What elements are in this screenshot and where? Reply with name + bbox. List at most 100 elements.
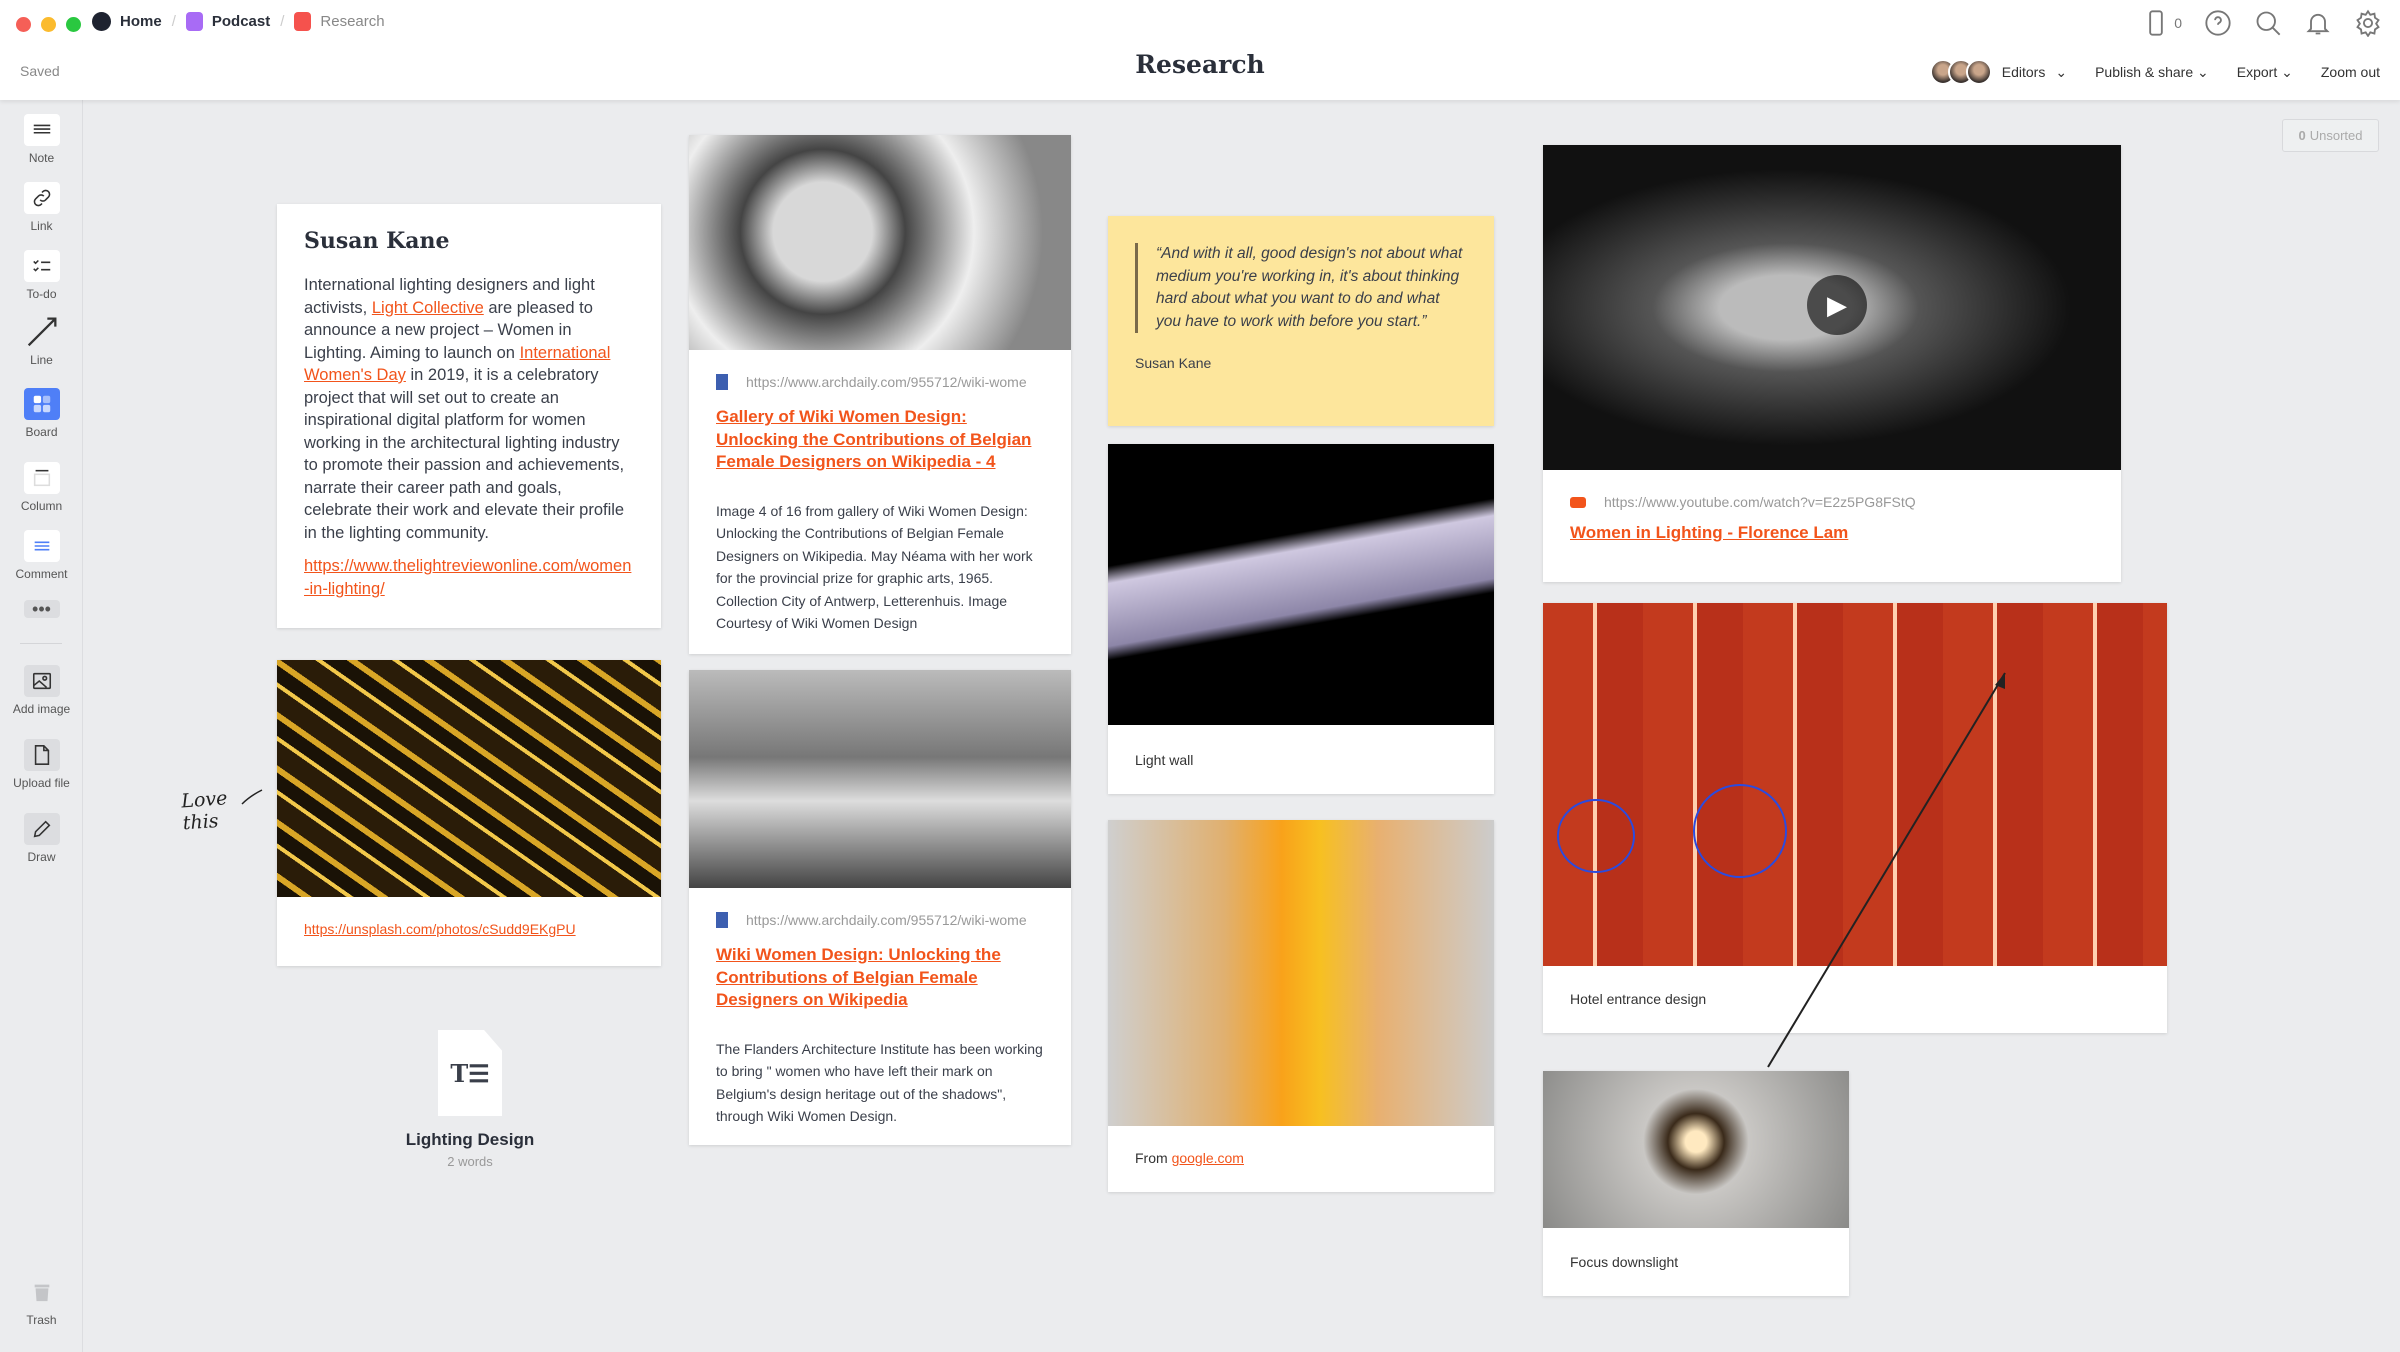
image-card-gold[interactable]: https://unsplash.com/photos/cSudd9EKgPU	[277, 660, 661, 966]
unsorted-label: Unsorted	[2309, 128, 2363, 143]
unsplash-link[interactable]: https://unsplash.com/photos/cSudd9EKgPU	[304, 921, 576, 937]
todo-icon	[32, 259, 50, 272]
play-button[interactable]: ▶	[1807, 275, 1867, 335]
help-icon[interactable]	[2204, 9, 2232, 37]
google-link[interactable]: google.com	[1172, 1150, 1244, 1166]
note-icon	[33, 124, 50, 134]
sidebar-item-draw[interactable]: Draw	[0, 813, 83, 864]
link-icon	[33, 189, 50, 207]
board-icon	[33, 395, 50, 413]
divider	[20, 643, 62, 644]
publish-share-menu[interactable]: Publish & share ⌄	[2095, 64, 2209, 81]
breadcrumb-label: Research	[320, 13, 385, 30]
link-url: https://www.archdaily.com/955712/wiki-wo…	[746, 374, 1027, 390]
close-window-button[interactable]	[16, 17, 31, 32]
video-title-link[interactable]: Women in Lighting - Florence Lam	[1570, 523, 1848, 542]
sidebar-item-todo[interactable]: To-do	[0, 250, 83, 301]
maximize-window-button[interactable]	[66, 17, 81, 32]
orange-gallery-image	[1108, 820, 1494, 1126]
breadcrumb-podcast[interactable]: Podcast	[185, 12, 270, 31]
export-menu[interactable]: Export ⌄	[2237, 64, 2293, 81]
sidebar-item-add-image[interactable]: Add image	[0, 665, 83, 716]
archdaily-icon	[716, 912, 728, 928]
caption-prefix: From	[1135, 1150, 1172, 1166]
line-icon	[27, 317, 56, 347]
image-caption: Focus downslight	[1570, 1254, 1679, 1270]
editors-menu[interactable]: Editors ⌄	[1929, 59, 2068, 85]
image-card-focus[interactable]: Focus downslight	[1543, 1071, 1849, 1296]
zoom-out-button[interactable]: Zoom out	[2321, 64, 2380, 80]
sidebar-item-link[interactable]: Link	[0, 182, 83, 233]
light-wall-image	[1108, 444, 1494, 725]
home-logo-icon	[92, 12, 111, 31]
sidebar-item-label: To-do	[26, 287, 57, 301]
sidebar-item-line[interactable]: Line	[0, 316, 83, 367]
link-url: https://www.archdaily.com/955712/wiki-wo…	[746, 912, 1027, 928]
link-title[interactable]: Gallery of Wiki Women Design: Unlocking …	[716, 407, 1031, 471]
board-icon	[294, 12, 312, 31]
sidebar-item-comment[interactable]: Comment	[0, 530, 83, 581]
separator: /	[171, 13, 176, 30]
image-card-google[interactable]: From google.com	[1108, 820, 1494, 1192]
quote-author: Susan Kane	[1135, 355, 1212, 371]
top-bar: Home / Podcast / Research Saved Research…	[0, 0, 2400, 100]
chevron-down-icon: ⌄	[2197, 63, 2209, 80]
text: in 2019, it is a celebratory project tha…	[304, 366, 625, 542]
minimize-window-button[interactable]	[41, 17, 56, 32]
chevron-down-icon: ⌄	[2055, 63, 2068, 80]
sidebar-item-label: Line	[30, 353, 53, 367]
search-icon[interactable]	[2254, 9, 2282, 37]
comment-icon	[34, 541, 49, 551]
breadcrumb: Home / Podcast / Research	[92, 12, 385, 31]
link-title[interactable]: Wiki Women Design: Unlocking the Contrib…	[716, 945, 1001, 1009]
light-collective-link[interactable]: Light Collective	[372, 299, 484, 317]
image-caption: Light wall	[1135, 752, 1194, 768]
unsorted-button[interactable]: 0 Unsorted	[2282, 119, 2379, 152]
classroom-photo	[689, 670, 1071, 888]
image-card-light-wall[interactable]: Light wall	[1108, 444, 1494, 794]
sidebar-item-upload-file[interactable]: Upload file	[0, 739, 83, 790]
image-card-hotel[interactable]: Hotel entrance design	[1543, 603, 2167, 1033]
drawn-circles	[1557, 784, 1787, 878]
document-lighting-design[interactable]: T☰ Lighting Design 2 words	[406, 1030, 534, 1169]
unsorted-count: 0	[2298, 128, 2306, 143]
gear-icon[interactable]	[2354, 9, 2382, 37]
trash-button[interactable]: Trash	[0, 1276, 83, 1327]
link-card-wiki-gallery[interactable]: https://www.archdaily.com/955712/wiki-wo…	[689, 135, 1071, 654]
link-card-wiki-women[interactable]: https://www.archdaily.com/955712/wiki-wo…	[689, 670, 1071, 1145]
archdaily-icon	[716, 374, 728, 390]
bell-icon[interactable]	[2304, 9, 2332, 37]
light-review-link[interactable]: https://www.thelightreviewonline.com/wom…	[304, 557, 631, 598]
chevron-down-icon: ⌄	[2281, 63, 2293, 80]
may-neama-photo	[689, 135, 1071, 350]
trash-label: Trash	[26, 1313, 57, 1327]
image-caption: Hotel entrance design	[1570, 991, 1707, 1007]
sidebar-item-label: Board	[25, 425, 58, 439]
image-icon	[32, 672, 51, 690]
device-button[interactable]: 0	[2142, 9, 2182, 37]
sidebar-item-label: Note	[28, 151, 55, 165]
sidebar-item-label: Upload file	[13, 776, 70, 790]
video-card[interactable]: ▶ https://www.youtube.com/watch?v=E2z5PG…	[1543, 145, 2121, 582]
breadcrumb-research[interactable]: Research	[294, 12, 385, 31]
trash-icon	[34, 1284, 49, 1302]
sidebar-item-label: Add image	[12, 702, 71, 716]
hotel-corridor-image	[1543, 603, 2167, 966]
sidebar-item-note[interactable]: Note	[0, 114, 83, 165]
quote-text: “And with it all, good design's not abou…	[1135, 243, 1467, 333]
sidebar-item-board[interactable]: Board	[0, 388, 83, 439]
sidebar-item-label: Link	[30, 219, 53, 233]
avatar	[1965, 59, 1992, 85]
link-description: Image 4 of 16 from gallery of Wiki Women…	[716, 502, 1033, 632]
gold-installation-image	[277, 660, 661, 897]
document-icon: T☰	[438, 1030, 502, 1116]
column-icon	[33, 469, 50, 487]
publish-label: Publish & share	[2095, 63, 2194, 80]
sidebar-item-column[interactable]: Column	[0, 462, 83, 513]
handwritten-annotation: Love this	[180, 787, 229, 835]
note-card-susan-kane[interactable]: Susan Kane International lighting design…	[277, 204, 661, 628]
breadcrumb-home[interactable]: Home	[92, 12, 162, 31]
sidebar-item-label: Comment	[15, 567, 68, 581]
quote-card[interactable]: “And with it all, good design's not abou…	[1108, 216, 1494, 426]
more-tools-button[interactable]: •••	[0, 600, 83, 623]
